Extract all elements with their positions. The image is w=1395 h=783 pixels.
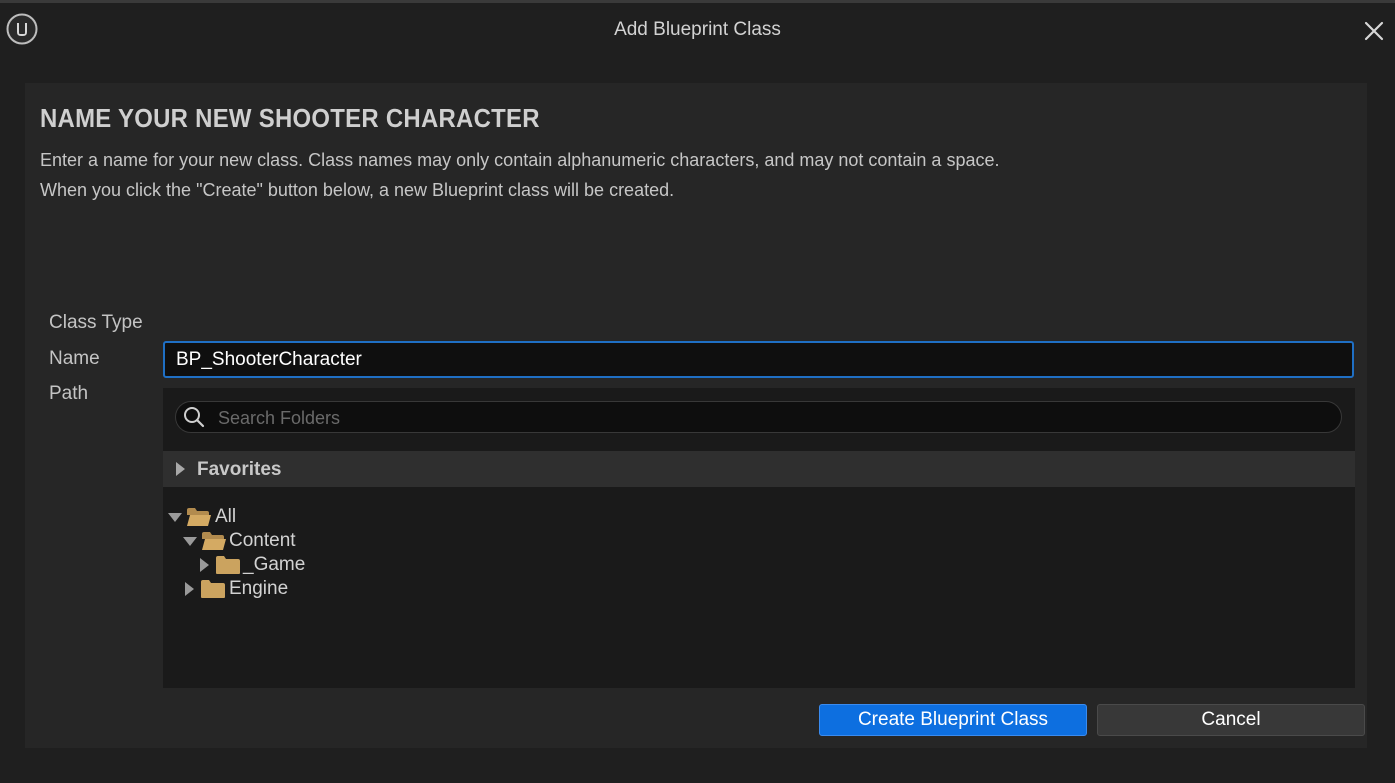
tree-item-all[interactable]: All	[168, 505, 288, 529]
tree-item-label: _Game	[243, 554, 306, 575]
path-label: Path	[49, 383, 89, 404]
name-input[interactable]	[163, 341, 1354, 378]
search-folders-input[interactable]	[216, 402, 1330, 434]
chevron-right-icon	[200, 558, 209, 572]
class-type-label: Class Type	[49, 312, 143, 333]
folder-icon	[216, 556, 240, 574]
folder-open-icon	[202, 532, 226, 550]
tree-item-game[interactable]: _Game	[200, 553, 360, 577]
tree-item-label: Engine	[229, 578, 289, 599]
chevron-right-icon	[185, 582, 194, 596]
folder-search-box[interactable]	[175, 401, 1342, 434]
folder-open-icon	[187, 508, 211, 526]
dialog-panel: NAME YOUR NEW SHOOTER CHARACTER Enter a …	[25, 83, 1367, 748]
tree-item-label: All	[215, 506, 237, 527]
chevron-down-icon	[183, 537, 197, 546]
favorites-section[interactable]: Favorites	[163, 451, 1355, 487]
tree-item-content[interactable]: Content	[183, 529, 343, 553]
window-title: Add Blueprint Class	[614, 19, 781, 40]
close-icon[interactable]	[1362, 19, 1386, 43]
title-bar: Add Blueprint Class	[0, 3, 1395, 59]
folder-icon	[201, 580, 225, 598]
dialog-heading: NAME YOUR NEW SHOOTER CHARACTER	[40, 103, 540, 133]
create-blueprint-class-button[interactable]: Create Blueprint Class	[819, 704, 1087, 736]
chevron-right-icon	[176, 462, 185, 476]
cancel-button[interactable]: Cancel	[1097, 704, 1365, 736]
tree-item-engine[interactable]: Engine	[185, 577, 345, 601]
description-line-2: When you click the "Create" button below…	[40, 180, 675, 200]
search-icon	[184, 407, 205, 428]
description-line-1: Enter a name for your new class. Class n…	[40, 150, 1000, 170]
tree-item-label: Content	[229, 530, 296, 551]
path-browser: Favorites All Content	[163, 388, 1355, 688]
dialog-window: Add Blueprint Class NAME YOUR NEW SHOOTE…	[0, 0, 1395, 783]
favorites-label: Favorites	[197, 459, 282, 480]
name-label: Name	[49, 348, 100, 369]
chevron-down-icon	[168, 513, 182, 522]
